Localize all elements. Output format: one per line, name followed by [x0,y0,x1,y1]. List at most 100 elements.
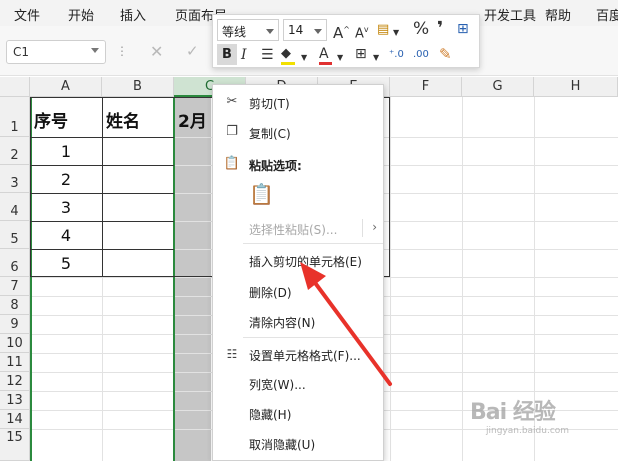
bold-button[interactable]: B [217,44,237,65]
menu-developer[interactable]: 开发工具 [484,5,536,24]
table-border [30,221,174,222]
menu-item-unhide[interactable]: 取消隐藏(U) [213,430,383,456]
close-icon[interactable]: ✕ [150,42,163,61]
name-box-value: C1 [13,45,30,59]
paste-option-button[interactable]: 📋 [213,181,383,213]
cell-b1[interactable]: 姓名 [106,107,172,132]
table-border [30,249,174,250]
paste-icon: 📋 [223,156,241,171]
menu-item-paste-options: 📋 粘贴选项: [213,151,383,177]
chevron-down-icon[interactable]: ▼ [373,48,379,68]
annotation-arrow [300,262,392,386]
cell-a1[interactable]: 序号 [34,107,100,132]
percent-icon[interactable]: % [413,19,429,39]
mini-toolbar: 等线 14 A^ Av ▤ ▼ % ❜ ⊞ B I ☰ ◆ ▼ A ▼ ⊞ ▼ … [212,14,480,68]
row-header-1[interactable]: 1 [0,97,30,137]
row-header-6[interactable]: 6 [0,249,30,277]
table-border [102,97,103,277]
decrease-decimal-icon[interactable]: .00 [413,45,429,65]
menu-home[interactable]: 开始 [68,5,94,24]
menu-item-label: 剪切(T) [249,97,290,111]
font-color-icon[interactable]: A [319,44,332,65]
cell-a6[interactable]: 5 [30,254,102,273]
menu-file[interactable]: 文件 [14,5,40,24]
name-box[interactable]: C1 [6,40,106,64]
baidu-watermark-url: jingyan.baidu.com [486,426,570,436]
menu-item-copy[interactable]: ❐ 复制(C) [213,119,383,145]
row-header-4[interactable]: 4 [0,193,30,221]
cell-a2[interactable]: 1 [30,142,102,161]
chevron-down-icon [266,29,274,34]
italic-button[interactable]: I [241,45,247,65]
cell-a3[interactable]: 2 [30,170,102,189]
chevron-down-icon[interactable]: ▼ [393,23,399,43]
align-center-icon[interactable]: ☰ [261,45,274,65]
check-icon[interactable]: ✓ [186,42,199,60]
increase-font-icon[interactable]: A^ [333,20,350,43]
cell-a5[interactable]: 4 [30,226,102,245]
column-header-f[interactable]: F [390,77,462,97]
menu-item-cut[interactable]: ✂ 剪切(T) [213,89,383,115]
menu-item-label: 复制(C) [249,127,291,141]
chevron-right-icon[interactable]: › [372,220,377,234]
decrease-font-icon[interactable]: Av [355,20,369,44]
cell-style-icon[interactable]: ▤ [377,20,389,40]
menu-separator [243,243,383,244]
column-header-h[interactable]: H [534,77,618,97]
scissors-icon: ✂ [226,94,238,109]
row-header-15[interactable]: 15 [0,429,30,461]
annotation-arrow-head [300,262,326,290]
menu-item-paste-special[interactable]: 选择性粘贴(S)... › [213,215,383,241]
select-all-corner[interactable] [0,77,30,97]
menu-item-label: 隐藏(H) [249,408,292,422]
increase-decimal-icon[interactable]: ⁺.0 [389,45,404,65]
paste-icon: 📋 [249,182,274,206]
fill-color-swatch [281,62,295,65]
row-header-14[interactable]: 14 [0,410,30,429]
grid-line [462,97,463,461]
comma-style-icon[interactable]: ❜ [437,19,443,39]
row-header-8[interactable]: 8 [0,296,30,315]
baidu-watermark: Bai 经验 [470,400,556,425]
cell-c1[interactable]: 2月 [178,107,212,132]
row-header-13[interactable]: 13 [0,391,30,410]
menu-item-label: 选择性粘贴(S)... [249,223,338,237]
column-header-g[interactable]: G [462,77,534,97]
chevron-down-icon[interactable]: ▼ [301,48,307,68]
format-painter-icon[interactable]: ✎ [439,44,452,64]
drag-handle-icon: ⋮ [116,44,129,58]
menu-item-label: 删除(D) [249,286,292,300]
table-border [30,165,174,166]
font-size-select[interactable]: 14 [283,19,327,41]
table-border [30,137,174,138]
row-header-12[interactable]: 12 [0,372,30,391]
annotation-arrow-shaft [308,274,392,386]
chevron-down-icon [314,29,322,34]
menu-insert[interactable]: 插入 [120,5,146,24]
column-header-a[interactable]: A [30,77,102,97]
chevron-down-icon[interactable] [91,48,99,53]
menu-baidu[interactable]: 百度 [596,5,618,24]
row-header-2[interactable]: 2 [0,137,30,165]
divider [362,219,363,237]
table-border [30,193,174,194]
menu-item-hide[interactable]: 隐藏(H) [213,400,383,426]
row-header-10[interactable]: 10 [0,334,30,353]
column-header-b[interactable]: B [102,77,174,97]
row-header-11[interactable]: 11 [0,353,30,372]
row-header-5[interactable]: 5 [0,221,30,249]
font-name-select[interactable]: 等线 [217,19,279,41]
menu-item-label: 取消隐藏(U) [249,438,316,452]
row-header-9[interactable]: 9 [0,315,30,334]
menu-help[interactable]: 帮助 [545,5,571,24]
fill-color-icon[interactable]: ◆ [281,44,295,65]
font-size-value: 14 [288,23,304,37]
copy-icon: ❐ [226,124,238,139]
font-color-label: A [319,46,329,62]
cell-a4[interactable]: 3 [30,198,102,217]
row-header-7[interactable]: 7 [0,277,30,296]
merge-center-icon[interactable]: ⊞ [457,19,469,39]
row-header-3[interactable]: 3 [0,165,30,193]
borders-icon[interactable]: ⊞ [355,44,367,64]
chevron-down-icon[interactable]: ▼ [337,48,343,68]
